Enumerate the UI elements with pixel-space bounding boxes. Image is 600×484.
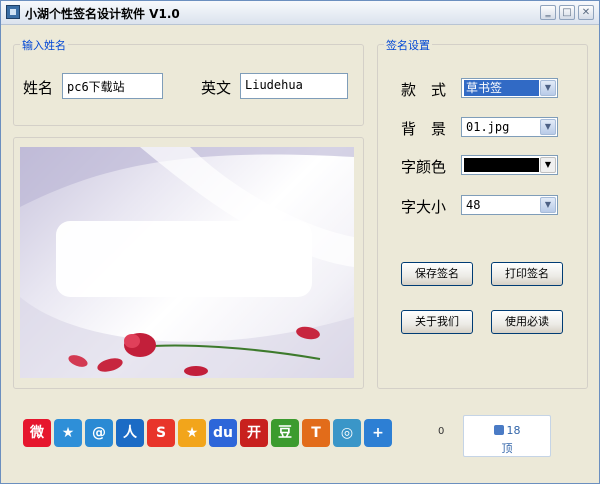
qzone-icon[interactable]: ★ [54, 419, 82, 447]
thumbs-up-icon [493, 425, 504, 435]
share-count: 0 [438, 426, 445, 437]
color-swatch [464, 158, 539, 172]
like-button[interactable]: 18 顶 [463, 415, 551, 457]
pengyou-icon[interactable]: ★ [178, 419, 206, 447]
chevron-down-icon[interactable]: ▼ [540, 197, 556, 213]
name-label: 姓名 [23, 79, 54, 97]
renren-icon[interactable]: 人 [116, 419, 144, 447]
save-signature-button[interactable]: 保存签名 [401, 262, 473, 286]
style-select-value: 草书签 [464, 80, 539, 96]
tencent-weibo-icon[interactable]: @ [85, 419, 113, 447]
app-icon [6, 5, 20, 19]
background-label: 背 景 [401, 120, 447, 138]
font-size-select[interactable]: 48 ▼ [461, 195, 558, 215]
maximize-button[interactable]: □ [559, 5, 575, 20]
qq-space-icon[interactable]: ◎ [333, 419, 361, 447]
like-count-value: 18 [506, 424, 521, 437]
rose-background-image [20, 147, 354, 378]
style-select[interactable]: 草书签 ▼ [461, 78, 558, 98]
like-label: 顶 [501, 442, 513, 455]
background-select-value: 01.jpg [466, 120, 510, 134]
english-label: 英文 [201, 79, 232, 97]
title-bar[interactable]: 小湖个性签名设计软件 V1.0 ‗ □ ✕ [1, 1, 599, 25]
chevron-down-icon[interactable]: ▼ [540, 119, 556, 135]
more-share-icon[interactable]: + [364, 419, 392, 447]
chevron-down-icon[interactable]: ▼ [540, 80, 556, 96]
kaixin-icon[interactable]: 开 [240, 419, 268, 447]
font-color-select[interactable]: ▼ [461, 155, 558, 175]
name-group-label: 输入姓名 [20, 37, 68, 53]
background-select[interactable]: 01.jpg ▼ [461, 117, 558, 137]
about-us-button[interactable]: 关于我们 [401, 310, 473, 334]
window-title: 小湖个性签名设计软件 V1.0 [25, 7, 180, 21]
font-color-label: 字颜色 [401, 158, 447, 176]
baidu-icon[interactable]: du [209, 419, 237, 447]
english-input[interactable]: Liudehua [240, 73, 348, 99]
settings-group-label: 签名设置 [384, 37, 432, 53]
close-button[interactable]: ✕ [578, 5, 594, 20]
signature-preview [20, 147, 354, 378]
read-me-button[interactable]: 使用必读 [491, 310, 563, 334]
sohu-icon[interactable]: S [147, 419, 175, 447]
like-count: 18 [464, 424, 550, 437]
chevron-down-icon[interactable]: ▼ [540, 157, 556, 173]
tianya-icon[interactable]: T [302, 419, 330, 447]
font-size-select-value: 48 [466, 198, 481, 212]
print-signature-button[interactable]: 打印签名 [491, 262, 563, 286]
minimize-button[interactable]: ‗ [540, 5, 556, 20]
weibo-icon[interactable]: 微 [23, 419, 51, 447]
style-label: 款 式 [401, 81, 447, 99]
name-input[interactable]: pc6下载站 [62, 73, 163, 99]
app-window: 小湖个性签名设计软件 V1.0 ‗ □ ✕ 输入姓名 姓名 pc6下载站 英文 … [0, 0, 600, 484]
font-size-label: 字大小 [401, 198, 447, 216]
douban-icon[interactable]: 豆 [271, 419, 299, 447]
